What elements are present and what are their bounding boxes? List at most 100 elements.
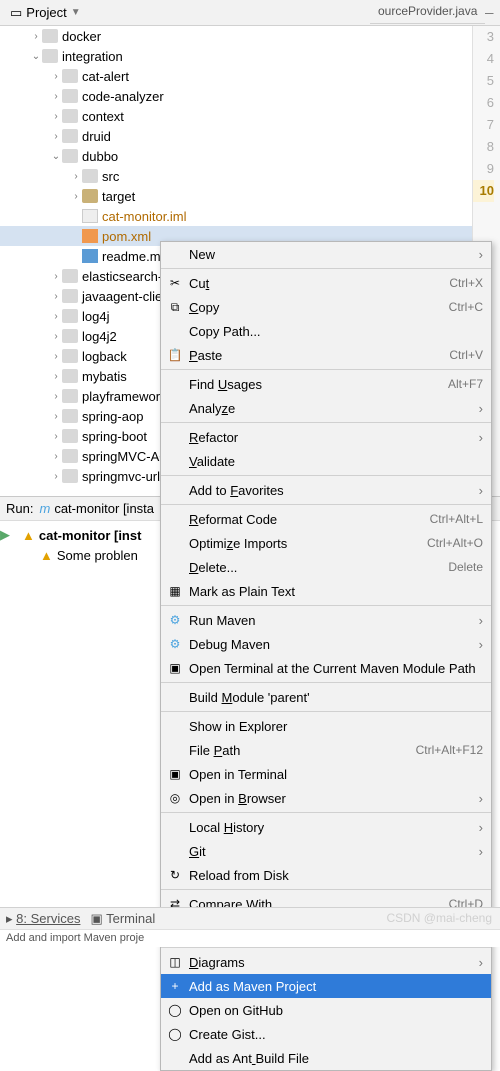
line-number: 9	[473, 158, 494, 180]
tree-item[interactable]: context	[0, 106, 472, 126]
tree-item[interactable]: dubbo	[0, 146, 472, 166]
play-icon[interactable]: ▶	[0, 527, 22, 543]
menu-label: Local History	[189, 820, 264, 835]
menu-item[interactable]: Find UsagesAlt+F7	[161, 372, 491, 396]
menu-item[interactable]: Reformat CodeCtrl+Alt+L	[161, 507, 491, 531]
menu-separator	[161, 682, 491, 683]
expand-arrow-icon[interactable]	[50, 331, 62, 342]
menu-item[interactable]: Copy Path...	[161, 319, 491, 343]
run-config-name[interactable]: cat-monitor [insta	[54, 501, 154, 516]
menu-separator	[161, 369, 491, 370]
menu-label: New	[189, 247, 215, 262]
menu-item[interactable]: ⚙Debug Maven	[161, 632, 491, 656]
expand-arrow-icon[interactable]	[50, 311, 62, 322]
expand-arrow-icon[interactable]	[30, 51, 42, 62]
editor-tab[interactable]: ourceProvider.java	[370, 0, 485, 24]
menu-label: Show in Explorer	[189, 719, 287, 734]
expand-arrow-icon[interactable]	[70, 191, 82, 202]
expand-arrow-icon[interactable]	[50, 431, 62, 442]
menu-item[interactable]: Local History	[161, 815, 491, 839]
folder-icon	[82, 189, 98, 203]
menu-label: Reload from Disk	[189, 868, 289, 883]
menu-item[interactable]: New	[161, 242, 491, 266]
tree-item[interactable]: cat-monitor.iml	[0, 206, 472, 226]
folder-icon	[62, 369, 78, 383]
expand-arrow-icon[interactable]	[50, 471, 62, 482]
file-icon	[82, 249, 98, 263]
terminal-tab[interactable]: ▣ Terminal	[90, 911, 155, 927]
expand-arrow-icon[interactable]	[50, 351, 62, 362]
menu-item[interactable]: ▦Mark as Plain Text	[161, 579, 491, 603]
folder-icon	[62, 309, 78, 323]
menu-icon: ⧉	[167, 299, 183, 315]
menu-item[interactable]: ↻Reload from Disk	[161, 863, 491, 887]
menu-separator	[161, 889, 491, 890]
expand-arrow-icon[interactable]	[70, 171, 82, 182]
menu-label: Diagrams	[189, 955, 245, 970]
tree-item[interactable]: docker	[0, 26, 472, 46]
menu-item[interactable]: Add as Ant Build File	[161, 1046, 491, 1070]
expand-arrow-icon[interactable]	[50, 151, 62, 162]
menu-item[interactable]: ⚙Run Maven	[161, 608, 491, 632]
menu-item[interactable]: ◯Create Gist...	[161, 1022, 491, 1046]
menu-item[interactable]: +Add as Maven Project	[161, 974, 491, 998]
folder-icon	[42, 29, 58, 43]
tree-label: logback	[82, 349, 127, 364]
tree-item[interactable]: druid	[0, 126, 472, 146]
menu-item[interactable]: Validate	[161, 449, 491, 473]
menu-item[interactable]: Refactor	[161, 425, 491, 449]
menu-item[interactable]: ✂CutCtrl+X	[161, 271, 491, 295]
menu-shortcut: Ctrl+Alt+O	[427, 536, 483, 550]
menu-item[interactable]: ◎Open in Browser	[161, 786, 491, 810]
expand-arrow-icon[interactable]	[50, 91, 62, 102]
menu-label: Open Terminal at the Current Maven Modul…	[189, 661, 476, 676]
menu-item[interactable]: File PathCtrl+Alt+F12	[161, 738, 491, 762]
expand-arrow-icon[interactable]	[50, 111, 62, 122]
project-icon: ▭	[10, 5, 22, 21]
tree-item[interactable]: code-analyzer	[0, 86, 472, 106]
expand-arrow-icon[interactable]	[50, 291, 62, 302]
menu-label: Build Module 'parent'	[189, 690, 310, 705]
menu-label: Add to Favorites	[189, 483, 284, 498]
expand-arrow-icon[interactable]	[50, 411, 62, 422]
tree-item[interactable]: cat-alert	[0, 66, 472, 86]
menu-item[interactable]: ▣Open Terminal at the Current Maven Modu…	[161, 656, 491, 680]
folder-icon	[82, 169, 98, 183]
menu-label: Reformat Code	[189, 512, 277, 527]
tree-item[interactable]: target	[0, 186, 472, 206]
menu-item[interactable]: 📋PasteCtrl+V	[161, 343, 491, 367]
tree-label: mybatis	[82, 369, 127, 384]
expand-arrow-icon[interactable]	[50, 271, 62, 282]
tree-label: dubbo	[82, 149, 118, 164]
menu-item[interactable]: Git	[161, 839, 491, 863]
tree-item[interactable]: integration	[0, 46, 472, 66]
menu-item[interactable]: Analyze	[161, 396, 491, 420]
menu-item[interactable]: ⧉CopyCtrl+C	[161, 295, 491, 319]
menu-item[interactable]: Add to Favorites	[161, 478, 491, 502]
menu-item[interactable]: ◯Open on GitHub	[161, 998, 491, 1022]
tree-label: cat-alert	[82, 69, 129, 84]
folder-icon	[62, 69, 78, 83]
tree-item[interactable]: src	[0, 166, 472, 186]
expand-arrow-icon[interactable]	[50, 371, 62, 382]
menu-item[interactable]: Build Module 'parent'	[161, 685, 491, 709]
menu-item[interactable]: Show in Explorer	[161, 714, 491, 738]
menu-label: Copy Path...	[189, 324, 261, 339]
menu-item[interactable]: Delete...Delete	[161, 555, 491, 579]
menu-item[interactable]: ▣Open in Terminal	[161, 762, 491, 786]
expand-arrow-icon[interactable]	[50, 391, 62, 402]
menu-item[interactable]: ◫Diagrams	[161, 950, 491, 974]
expand-arrow-icon[interactable]	[30, 31, 42, 42]
expand-arrow-icon[interactable]	[50, 131, 62, 142]
menu-icon: 📋	[167, 347, 183, 363]
tree-label: log4j2	[82, 329, 117, 344]
menu-label: Copy	[189, 300, 219, 315]
expand-arrow-icon[interactable]	[50, 451, 62, 462]
menu-label: Create Gist...	[189, 1027, 266, 1042]
services-tab[interactable]: ▸ 8: Services	[6, 911, 80, 927]
project-title[interactable]: ▭ Project ▼	[4, 5, 87, 21]
menu-item[interactable]: Optimize ImportsCtrl+Alt+O	[161, 531, 491, 555]
menu-icon: ▣	[167, 766, 183, 782]
expand-arrow-icon[interactable]	[50, 71, 62, 82]
folder-icon	[42, 49, 58, 63]
